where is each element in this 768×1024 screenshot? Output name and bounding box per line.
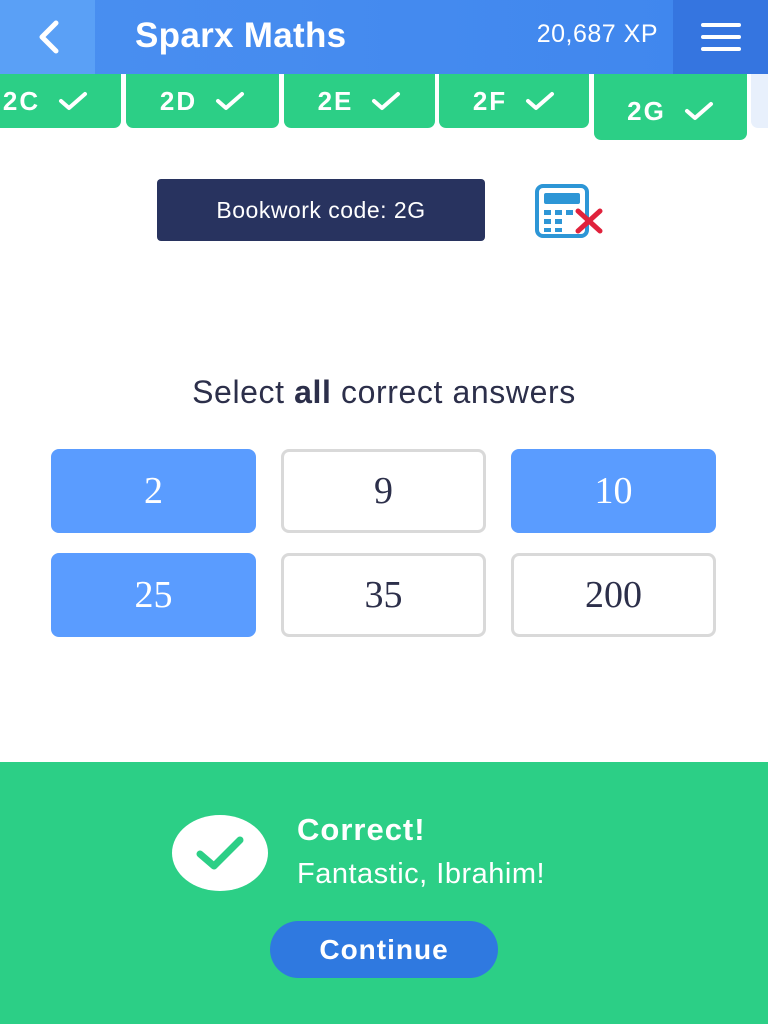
app-title: Sparx Maths	[135, 16, 347, 55]
answer-option[interactable]: 10	[511, 449, 716, 533]
chevron-left-icon	[39, 20, 58, 54]
prompt-text: correct answers	[331, 374, 576, 410]
back-button[interactable]	[0, 0, 95, 74]
tab-label: 2C	[2, 85, 41, 116]
check-icon	[196, 836, 244, 870]
answer-option[interactable]: 25	[51, 553, 256, 637]
prompt-emphasis: all	[294, 374, 332, 410]
feedback-message: Fantastic, Ibrahim!	[297, 858, 546, 890]
xp-counter: 20,687 XP	[536, 20, 658, 48]
success-badge	[172, 815, 268, 891]
bookwork-code: Bookwork code: 2G	[157, 179, 485, 241]
tab-label: 2D	[159, 85, 198, 116]
feedback-title: Correct!	[297, 812, 426, 847]
tab-2d[interactable]: 2D	[126, 74, 279, 128]
question-prompt: Select all correct answers	[0, 374, 768, 411]
check-icon	[371, 90, 401, 112]
answer-option[interactable]: 200	[511, 553, 716, 637]
tab-label: 2G	[627, 95, 666, 126]
task-tabs: 2C 2D 2E 2F 2G	[0, 74, 768, 144]
answer-option[interactable]: 9	[281, 449, 486, 533]
tab-2e[interactable]: 2E	[284, 74, 435, 128]
tab-label: 2E	[317, 85, 354, 116]
answer-option[interactable]: 35	[281, 553, 486, 637]
tab-2f[interactable]: 2F	[439, 74, 589, 128]
hamburger-menu-icon	[700, 23, 741, 51]
tab-next-partial[interactable]	[751, 74, 768, 128]
check-icon	[525, 90, 555, 112]
continue-button[interactable]: Continue	[270, 921, 498, 978]
answer-option[interactable]: 2	[51, 449, 256, 533]
calculator-not-allowed-icon	[535, 184, 603, 238]
app-header: Sparx Maths 20,687 XP	[0, 0, 768, 74]
check-icon	[684, 100, 714, 122]
tab-2g[interactable]: 2G	[594, 74, 747, 140]
check-icon	[215, 90, 245, 112]
tab-label: 2F	[472, 85, 508, 116]
prompt-text: Select	[192, 374, 295, 410]
check-icon	[58, 90, 88, 112]
feedback-panel: Correct! Fantastic, Ibrahim! Continue	[0, 762, 768, 1024]
tab-2c[interactable]: 2C	[0, 74, 121, 128]
menu-button[interactable]	[673, 0, 768, 74]
